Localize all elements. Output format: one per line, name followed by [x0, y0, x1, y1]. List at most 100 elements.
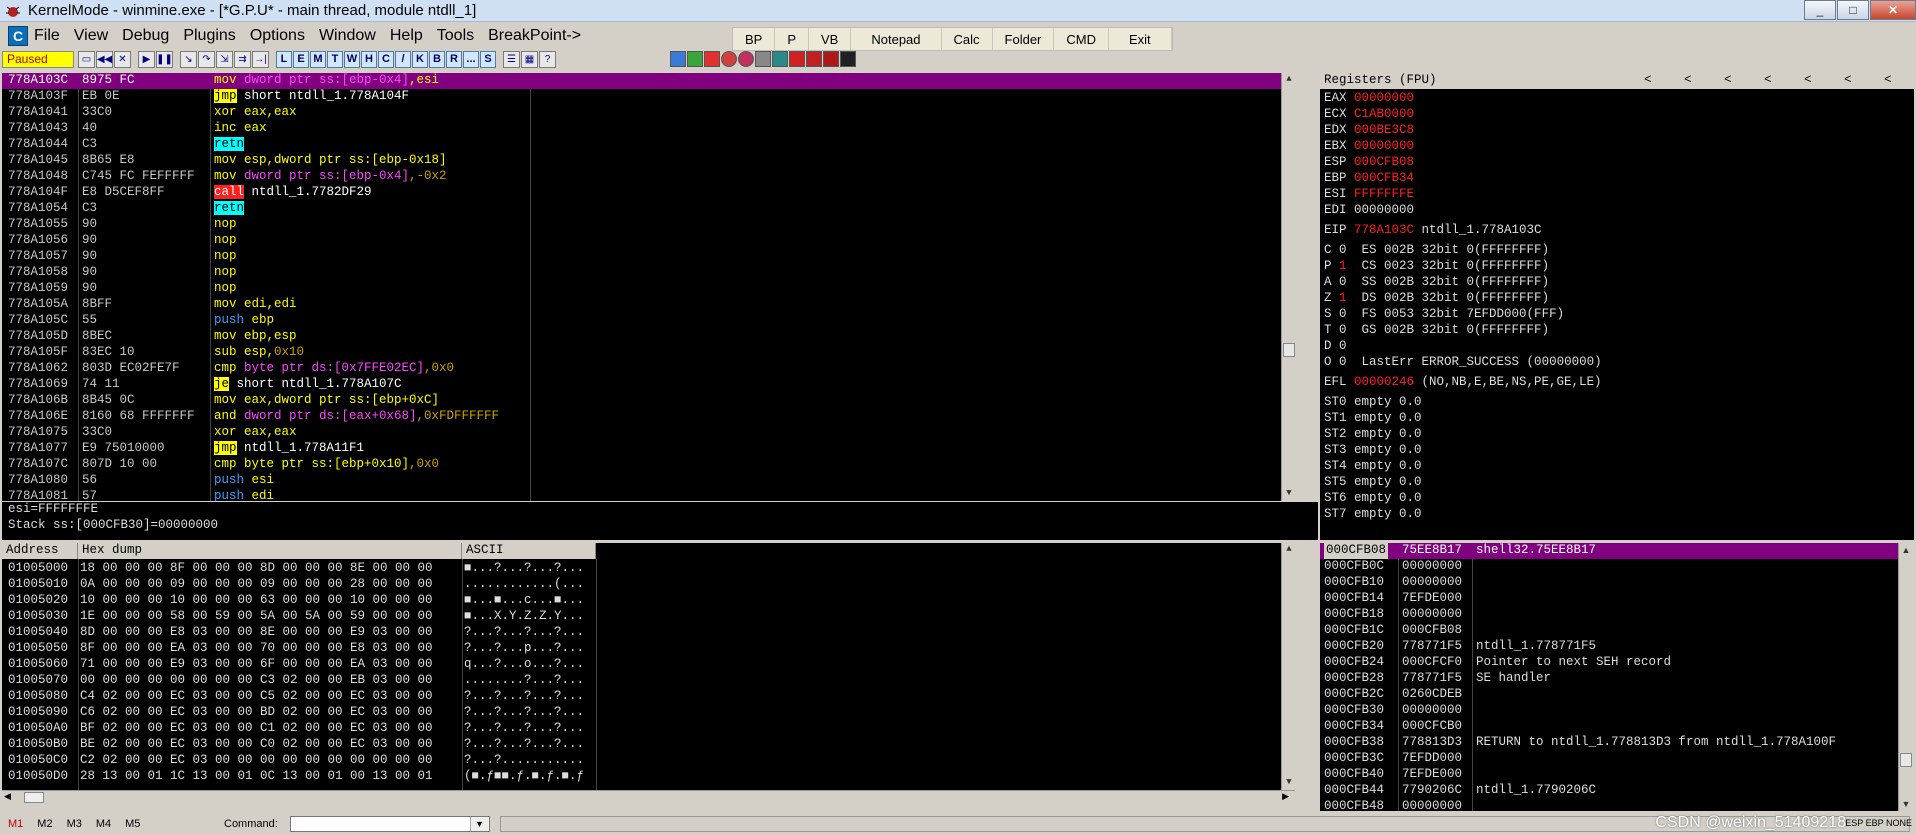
fpu-st5[interactable]: ST5 empty 0.0	[1324, 475, 1422, 491]
disasm-row[interactable]: 778A106B 8B45 0C mov eax,dword ptr ss:[ebp…	[2, 393, 1295, 409]
disasm-row[interactable]: 778A103C 8975 FC mov dword ptr ss:[ebp-0x4…	[2, 73, 1295, 89]
scroll-up-icon[interactable]: ▲	[1899, 543, 1913, 557]
disassembly-pane[interactable]: 778A103C 8975 FC mov dword ptr ss:[ebp-0x4…	[2, 73, 1295, 501]
disasm-row[interactable]: 778A1056 90 nop	[2, 233, 1295, 249]
register-ebx[interactable]: EBX 00000000	[1324, 139, 1414, 155]
fpu-st4[interactable]: ST4 empty 0.0	[1324, 459, 1422, 475]
plugin-icon-4[interactable]	[721, 51, 737, 67]
fpu-st0[interactable]: ST0 empty 0.0	[1324, 395, 1422, 411]
disasm-row[interactable]: 778A1077 E9 75010000 jmp ntdll_1.778A11F1	[2, 441, 1295, 457]
menu-debug[interactable]: Debug	[122, 27, 169, 45]
flag-d[interactable]: D 0	[1324, 339, 1347, 355]
step-over-icon[interactable]: ↷	[198, 50, 215, 68]
register-esi[interactable]: ESI FFFFFFFE	[1324, 187, 1414, 203]
disassembly-scrollbar[interactable]: ▲ ▼	[1281, 73, 1295, 501]
trace-over-icon[interactable]: ⇉	[234, 50, 251, 68]
trace-into-icon[interactable]: ⇲	[216, 50, 233, 68]
register-edx[interactable]: EDX 000BE3C8	[1324, 123, 1414, 139]
plugin-icon-9[interactable]	[806, 51, 822, 67]
disasm-row[interactable]: 778A105C 55 push ebp	[2, 313, 1295, 329]
help-icon[interactable]: ?	[539, 50, 556, 68]
minimize-button[interactable]: _	[1804, 0, 1836, 20]
disasm-row[interactable]: 778A1069 74 11 je short ntdll_1.778A107C	[2, 377, 1295, 393]
disasm-row[interactable]: 778A1059 90 nop	[2, 281, 1295, 297]
close-button[interactable]: ✕	[1870, 0, 1916, 20]
register-edi[interactable]: EDI 00000000	[1324, 203, 1414, 219]
disasm-row[interactable]: 778A105F 83EC 10 sub esp,0x10	[2, 345, 1295, 361]
fpu-st6[interactable]: ST6 empty 0.0	[1324, 491, 1422, 507]
vb-button[interactable]: VB	[809, 28, 852, 50]
restart-icon[interactable]: ◀◀	[96, 50, 113, 68]
reg-nav-left-icon[interactable]: <	[1844, 73, 1852, 89]
source-button[interactable]: S	[480, 50, 496, 68]
memory-tab-m3[interactable]: M3	[67, 818, 82, 830]
patches-button[interactable]: /	[395, 50, 411, 68]
calc-button[interactable]: Calc	[942, 28, 993, 50]
disasm-row[interactable]: 778A1045 8B65 E8 mov esp,dword ptr ss:[ebp…	[2, 153, 1295, 169]
stack-row[interactable]: 000CFB08 75EE8B17 shell32.75EE8B17	[1320, 543, 1898, 559]
disasm-row[interactable]: 778A1057 90 nop	[2, 249, 1295, 265]
disasm-row[interactable]: 778A1044 C3 retn	[2, 137, 1295, 153]
register-efl[interactable]: EFL 00000246 (NO,NB,E,BE,NS,PE,GE,LE)	[1324, 375, 1602, 391]
reg-nav-left-icon[interactable]: <	[1644, 73, 1652, 89]
stack-row[interactable]: 000CFB2C 0260CDEB	[1320, 687, 1898, 703]
disasm-row[interactable]: 778A104F E8 D5CEF8FF call ntdll_1.7782DF29	[2, 185, 1295, 201]
memory-tab-m5[interactable]: M5	[125, 818, 140, 830]
scroll-left-icon[interactable]: ◀	[4, 791, 11, 802]
cpu-button[interactable]: C	[378, 50, 394, 68]
p-button[interactable]: P	[775, 28, 810, 50]
disasm-row[interactable]: 778A1048 C745 FC FEFFFFF mov dword ptr ss:…	[2, 169, 1295, 185]
scroll-thumb[interactable]	[1283, 343, 1295, 357]
memory-tab-m4[interactable]: M4	[96, 818, 111, 830]
register-eip[interactable]: EIP 778A103C ntdll_1.778A103C	[1324, 223, 1542, 239]
dump-header-ascii[interactable]: ASCII	[462, 543, 596, 559]
stack-row[interactable]: 000CFB40 7EFDE000	[1320, 767, 1898, 783]
reg-nav-left-icon[interactable]: <	[1684, 73, 1692, 89]
flag-z[interactable]: Z 1 DS 002B 32bit 0(FFFFFFFF)	[1324, 291, 1549, 307]
stack-pane[interactable]: 000CFB08 75EE8B17 shell32.75EE8B17 000CFB0C…	[1320, 543, 1898, 811]
register-ebp[interactable]: EBP 000CFB34	[1324, 171, 1414, 187]
plugin-icon-6[interactable]	[755, 51, 771, 67]
run-trace-button[interactable]: ...	[463, 50, 479, 68]
call-stack-button[interactable]: K	[412, 50, 428, 68]
hex-dump-pane[interactable]: Address Hex dump ASCII 01005000 18 00 00 …	[2, 543, 1295, 790]
menu-help[interactable]: Help	[390, 27, 423, 45]
execute-till-return-icon[interactable]: →|	[252, 50, 269, 68]
registers-pane[interactable]: Registers (FPU) < < < < < < < EAX 000000…	[1320, 73, 1914, 540]
command-input[interactable]	[290, 816, 490, 832]
flag-o[interactable]: O 0 LastErr ERROR_SUCCESS (00000000)	[1324, 355, 1602, 371]
scroll-down-icon[interactable]: ▼	[1282, 776, 1295, 790]
fpu-st7[interactable]: ST7 empty 0.0	[1324, 507, 1422, 523]
bp-button[interactable]: BP	[733, 28, 776, 50]
dump-hscrollbar[interactable]: ◀ ▶	[2, 790, 1295, 804]
plugin-icon-10[interactable]	[823, 51, 839, 67]
stack-row[interactable]: 000CFB14 7EFDE000	[1320, 591, 1898, 607]
register-esp[interactable]: ESP 000CFB08	[1324, 155, 1414, 171]
disasm-row[interactable]: 778A1062 803D EC02FE7F cmp byte ptr ds:[0x…	[2, 361, 1295, 377]
flag-s[interactable]: S 0 FS 0053 32bit 7EFDD000(FFF)	[1324, 307, 1564, 323]
dump-header-hex[interactable]: Hex dump	[78, 543, 462, 559]
menu-file[interactable]: File	[34, 27, 60, 45]
disasm-row[interactable]: 778A1075 33C0 xor eax,eax	[2, 425, 1295, 441]
disasm-row[interactable]: 778A105A 8BFF mov edi,edi	[2, 297, 1295, 313]
notepad-button[interactable]: Notepad	[851, 28, 942, 50]
disasm-row[interactable]: 778A107C 807D 10 00 cmp byte ptr ss:[ebp+0…	[2, 457, 1295, 473]
close-process-icon[interactable]: ✕	[114, 50, 131, 68]
reg-nav-left-icon[interactable]: <	[1804, 73, 1812, 89]
open-icon[interactable]: ▭	[78, 50, 95, 68]
disasm-row[interactable]: 778A1043 40 inc eax	[2, 121, 1295, 137]
dump-scrollbar[interactable]: ▲ ▼	[1281, 543, 1295, 790]
stack-row[interactable]: 000CFB1C 000CFB08	[1320, 623, 1898, 639]
menu-tools[interactable]: Tools	[437, 27, 474, 45]
menu-breakpoint[interactable]: BreakPoint->	[488, 27, 581, 45]
stack-row[interactable]: 000CFB38 778813D3 RETURN to ntdll_1.778813…	[1320, 735, 1898, 751]
flag-p[interactable]: P 1 CS 0023 32bit 0(FFFFFFFF)	[1324, 259, 1549, 275]
scroll-thumb[interactable]	[1900, 753, 1912, 767]
fpu-st3[interactable]: ST3 empty 0.0	[1324, 443, 1422, 459]
disasm-row[interactable]: 778A106E 8160 68 FFFFFFF and dword ptr ds:…	[2, 409, 1295, 425]
plugin-icon-11[interactable]	[840, 51, 856, 67]
memory-button[interactable]: M	[310, 50, 326, 68]
disasm-row[interactable]: 778A1081 57 push edi	[2, 489, 1295, 501]
pause-icon[interactable]: ❚❚	[156, 50, 173, 68]
hscroll-thumb[interactable]	[24, 792, 44, 803]
